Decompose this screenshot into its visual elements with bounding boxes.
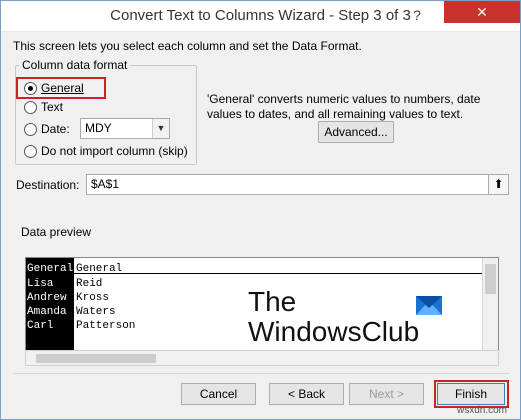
radio-general[interactable]: General bbox=[24, 81, 84, 95]
radio-general-label: General bbox=[41, 81, 84, 95]
radio-text-label: Text bbox=[41, 100, 64, 114]
advanced-button[interactable]: Advanced... bbox=[318, 121, 394, 143]
radio-date[interactable]: Date: bbox=[24, 122, 70, 136]
radio-skip[interactable]: Do not import column (skip) bbox=[24, 144, 188, 158]
back-button[interactable]: < Back bbox=[269, 383, 344, 405]
preview-cell: Reid bbox=[76, 278, 103, 290]
column-format-legend: Column data format bbox=[19, 58, 131, 72]
preview-header-2: General bbox=[76, 263, 123, 275]
radio-general-indicator[interactable] bbox=[24, 81, 37, 95]
preview-cell: Kross bbox=[76, 292, 110, 304]
horizontal-scroll-thumb[interactable] bbox=[36, 354, 156, 363]
close-button[interactable]: ✕ bbox=[444, 1, 520, 23]
preview-header-1: General bbox=[27, 263, 74, 275]
chevron-down-icon[interactable]: ▼ bbox=[152, 119, 169, 138]
date-format-select[interactable]: MDY ▼ bbox=[80, 118, 170, 139]
vertical-scroll-thumb[interactable] bbox=[485, 264, 496, 294]
site-watermark: wsxdn.com bbox=[457, 405, 508, 416]
intro-text: This screen lets you select each column … bbox=[13, 39, 362, 53]
watermark-line-2: WindowsClub bbox=[248, 316, 420, 347]
preview-cell: Waters bbox=[76, 306, 116, 318]
finish-highlight bbox=[434, 380, 509, 408]
help-button[interactable]: ? bbox=[407, 7, 427, 25]
radio-text[interactable]: Text bbox=[24, 100, 63, 114]
title-bar: Convert Text to Columns Wizard - Step 3 … bbox=[1, 1, 520, 32]
destination-label: Destination: bbox=[16, 178, 80, 192]
preview-cell: Andrew bbox=[27, 292, 67, 304]
radio-date-label: Date: bbox=[41, 122, 70, 136]
preview-cell: Patterson bbox=[76, 320, 136, 332]
window-title: Convert Text to Columns Wizard - Step 3 … bbox=[110, 7, 411, 24]
date-format-value: MDY bbox=[85, 121, 112, 135]
data-preview-legend: Data preview bbox=[21, 225, 92, 239]
windows-logo-icon bbox=[416, 296, 442, 315]
radio-date-indicator[interactable] bbox=[24, 122, 37, 136]
next-button[interactable]: Next > bbox=[349, 383, 424, 405]
preview-horizontal-scrollbar[interactable] bbox=[25, 350, 499, 366]
radio-skip-indicator[interactable] bbox=[24, 144, 37, 158]
radio-skip-label: Do not import column (skip) bbox=[41, 144, 188, 158]
footer-separator bbox=[13, 373, 510, 374]
preview-cell: Lisa bbox=[27, 278, 54, 290]
format-description: 'General' converts numeric values to num… bbox=[207, 92, 481, 121]
preview-cell: Amanda bbox=[27, 306, 67, 318]
preview-vertical-scrollbar[interactable] bbox=[482, 258, 498, 350]
wizard-dialog: Convert Text to Columns Wizard - Step 3 … bbox=[0, 0, 521, 420]
destination-input[interactable]: $A$1 ⬆ bbox=[86, 174, 509, 195]
watermark-line-1: The bbox=[248, 286, 297, 317]
preview-cell: Carl bbox=[27, 320, 54, 332]
destination-value: $A$1 bbox=[91, 177, 120, 191]
cancel-button[interactable]: Cancel bbox=[181, 383, 256, 405]
watermark: The WindowsClub bbox=[248, 286, 448, 347]
collapse-dialog-icon[interactable]: ⬆ bbox=[488, 175, 508, 194]
radio-text-indicator[interactable] bbox=[24, 100, 37, 114]
